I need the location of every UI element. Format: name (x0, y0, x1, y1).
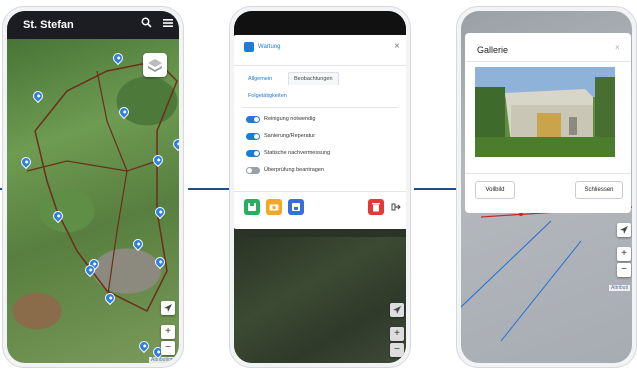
app-logo-icon (244, 42, 254, 52)
menu-icon[interactable] (163, 17, 173, 31)
app-header: St. Stefan (7, 11, 179, 39)
gallery-photo (475, 67, 615, 157)
gallery-modal: Gallerie × Vollbild Schliessen (465, 33, 631, 213)
delete-button[interactable] (368, 199, 384, 215)
maintenance-modal: Wartung × Allgemein Beobachtungen Folget… (234, 35, 406, 229)
toggle-label: Reinigung notwendig (264, 116, 316, 122)
toggle-label: Überprüfung beantragen (264, 167, 324, 173)
app-title: St. Stefan (23, 19, 74, 31)
tab-beobachtungen[interactable]: Beobachtungen (288, 72, 339, 85)
header-divider (465, 61, 631, 62)
phone-map-overview: St. Stefan + − Attribution (2, 6, 184, 368)
phone-gallery-dialog: + − Attributi Gallerie × Vollbild Schlie… (456, 6, 637, 368)
map-attribution[interactable]: Attribution (149, 357, 176, 363)
modal-title: Wartung (258, 44, 281, 50)
close-icon[interactable]: × (394, 41, 400, 52)
toggle-label: Statische nachvermessung (264, 150, 331, 156)
tab-divider (242, 107, 398, 108)
toggle-label: Sanierung/Reperatur (264, 133, 316, 139)
zoom-out-button[interactable]: − (617, 263, 631, 277)
zoom-in-button[interactable]: + (161, 325, 175, 339)
status-bar (234, 11, 406, 37)
toggle-switch[interactable] (246, 116, 260, 123)
zoom-out-button[interactable]: − (161, 341, 175, 355)
dialog-screen: + − Wartung × Allgemein Beobachtungen Fo… (234, 11, 406, 363)
phone-maintenance-dialog: + − Wartung × Allgemein Beobachtungen Fo… (229, 6, 411, 368)
camera-button[interactable] (266, 199, 282, 215)
search-icon[interactable] (141, 17, 152, 31)
locate-icon[interactable] (161, 301, 175, 315)
layers-icon[interactable] (143, 53, 167, 77)
toggle-switch[interactable] (246, 133, 260, 140)
tab-allgemein[interactable]: Allgemein (248, 76, 272, 82)
footer-divider (234, 191, 406, 192)
map-screen: St. Stefan + − Attribution (7, 11, 179, 363)
tab-folgetaetigkeiten[interactable]: Folgetätigkeiten (248, 93, 287, 99)
background-map (234, 237, 406, 363)
map-attribution[interactable]: Attributi (609, 285, 630, 291)
close-icon[interactable]: × (615, 43, 620, 52)
footer-divider (465, 173, 631, 174)
zoom-in-button[interactable]: + (617, 247, 631, 261)
exit-button[interactable] (388, 199, 404, 215)
save-button[interactable] (244, 199, 260, 215)
connector-line-3 (414, 188, 458, 190)
close-button[interactable]: Schliessen (575, 181, 623, 199)
disk-button[interactable] (288, 199, 304, 215)
fullscreen-button[interactable]: Vollbild (475, 181, 515, 199)
gallery-title: Gallerie (477, 45, 509, 55)
locate-icon[interactable] (390, 303, 404, 317)
locate-icon[interactable] (617, 223, 631, 237)
toggle-switch[interactable] (246, 150, 260, 157)
zoom-in-button[interactable]: + (390, 327, 404, 341)
zoom-out-button[interactable]: − (390, 343, 404, 357)
toggle-switch[interactable] (246, 167, 260, 174)
header-divider (234, 65, 406, 66)
connector-line-2 (188, 188, 230, 190)
modal-header: Wartung × (234, 35, 406, 59)
gallery-screen: + − Attributi Gallerie × Vollbild Schlie… (461, 11, 632, 363)
